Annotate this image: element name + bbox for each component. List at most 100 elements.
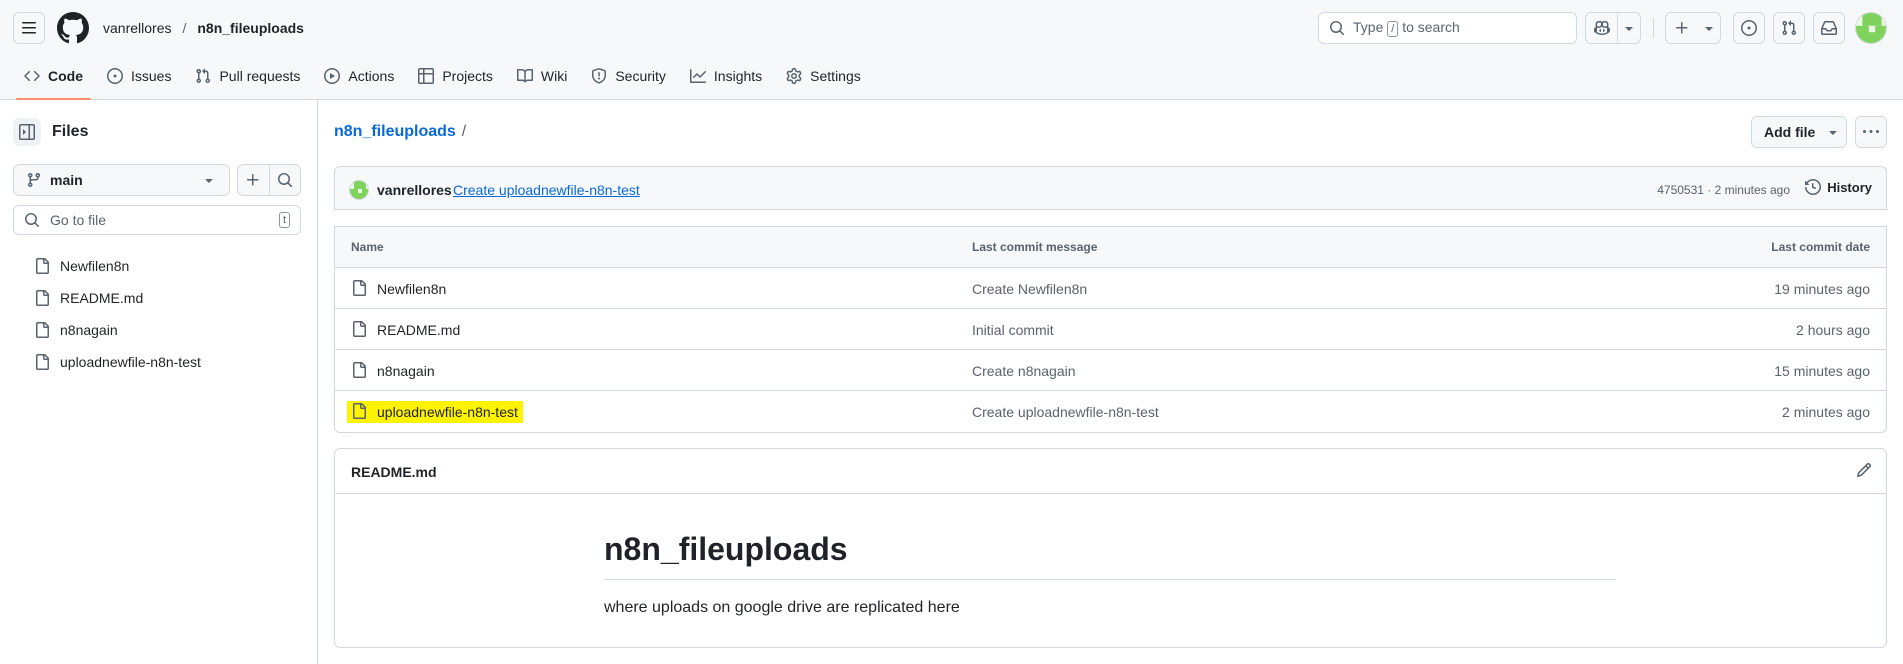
git-branch-icon: [27, 173, 40, 188]
branch-name: main: [50, 172, 83, 188]
issue-opened-icon: [1741, 20, 1757, 36]
search-files-button[interactable]: [268, 165, 300, 195]
tab-security[interactable]: Security: [583, 60, 674, 92]
file-name-link[interactable]: uploadnewfile-n8n-test: [377, 403, 518, 421]
tab-projects[interactable]: Projects: [410, 60, 501, 92]
commit-message-link[interactable]: Initial commit: [972, 321, 1054, 339]
copilot-main[interactable]: [1586, 13, 1618, 43]
commit-author-link[interactable]: vanrellores: [377, 181, 452, 199]
file-tree: Newfilen8n README.md n8nagain uploadnewf…: [34, 250, 201, 378]
pull-requests-button[interactable]: [1773, 12, 1805, 44]
edit-readme-button[interactable]: [1856, 462, 1872, 478]
search-input[interactable]: Type / to search: [1318, 12, 1577, 44]
commit-message-link[interactable]: Create Newfilen8n: [972, 280, 1087, 298]
table-row[interactable]: README.md Initial commit 2 hours ago: [335, 309, 1886, 350]
triangle-down-icon: [1625, 27, 1633, 31]
tree-item-label: n8nagain: [60, 322, 118, 338]
table-row[interactable]: Newfilen8n Create Newfilen8n 19 minutes …: [335, 268, 1886, 309]
copilot-button[interactable]: [1585, 12, 1641, 44]
header-name: Name: [351, 240, 384, 254]
file-icon: [353, 362, 366, 378]
table-row[interactable]: n8nagain Create n8nagain 15 minutes ago: [335, 350, 1886, 391]
file-table-header: Name Last commit message Last commit dat…: [335, 227, 1886, 268]
tab-pull-requests[interactable]: Pull requests: [187, 60, 308, 92]
create-new-dropdown[interactable]: [1698, 13, 1720, 43]
file-icon: [36, 258, 49, 274]
tab-actions[interactable]: Actions: [316, 60, 402, 92]
collapse-sidebar-button[interactable]: [13, 118, 41, 146]
tab-settings[interactable]: Settings: [778, 60, 869, 92]
table-icon: [418, 68, 435, 84]
header-top-bar: vanrellores / n8n_fileuploads Type / to …: [0, 0, 1903, 56]
tree-item[interactable]: uploadnewfile-n8n-test: [34, 346, 201, 378]
plus-icon: [1676, 22, 1688, 34]
commit-date: 2 hours ago: [1796, 322, 1870, 338]
branch-selector[interactable]: main: [13, 164, 230, 196]
commit-meta[interactable]: 4750531 · 2 minutes ago: [1657, 182, 1790, 198]
play-icon: [324, 68, 341, 84]
commit-message-link[interactable]: Create n8nagain: [972, 362, 1076, 380]
tab-issues[interactable]: Issues: [99, 60, 179, 92]
tab-label: Pull requests: [219, 68, 301, 84]
tab-insights[interactable]: Insights: [682, 60, 770, 92]
file-icon: [36, 322, 49, 338]
kebab-horizontal-icon: [1863, 130, 1879, 133]
commit-message-link[interactable]: Create uploadnewfile-n8n-test: [972, 403, 1159, 421]
tab-code[interactable]: Code: [16, 60, 91, 100]
identicon-icon: [1856, 13, 1886, 43]
github-logo-icon[interactable]: [57, 12, 89, 44]
commit-date: 19 minutes ago: [1774, 281, 1870, 297]
file-name-link[interactable]: Newfilen8n: [377, 280, 446, 298]
create-new-button[interactable]: [1665, 12, 1721, 44]
global-header: vanrellores / n8n_fileuploads Type / to …: [0, 0, 1903, 100]
breadcrumb-owner-link[interactable]: vanrellores: [103, 17, 171, 39]
menu-button[interactable]: [13, 12, 45, 44]
book-icon: [516, 68, 533, 83]
search-icon: [25, 213, 40, 228]
table-row-highlighted[interactable]: uploadnewfile-n8n-test Create uploadnewf…: [335, 391, 1886, 432]
create-new-main[interactable]: [1666, 13, 1698, 43]
tab-label: Insights: [713, 68, 763, 84]
tab-label: Code: [48, 68, 83, 84]
search-placeholder: Type / to search: [1353, 19, 1460, 37]
git-pull-request-icon: [1782, 20, 1797, 36]
commit-message-link[interactable]: Create uploadnewfile-n8n-test: [453, 181, 640, 199]
go-to-file-input[interactable]: Go to file t: [13, 205, 301, 235]
file-icon: [353, 321, 366, 337]
readme-panel: README.md n8n_fileuploads where uploads …: [334, 448, 1887, 648]
commit-date: 2 minutes ago: [1782, 404, 1870, 420]
repo-root-slash: /: [461, 123, 467, 140]
file-name-link[interactable]: n8nagain: [377, 362, 435, 380]
copilot-dropdown[interactable]: [1618, 13, 1640, 43]
triangle-down-icon: [205, 179, 213, 183]
tree-item[interactable]: n8nagain: [34, 314, 201, 346]
issues-button[interactable]: [1733, 12, 1765, 44]
readme-paragraph: where uploads on google drive are replic…: [604, 599, 960, 616]
commit-author-avatar[interactable]: [349, 180, 369, 200]
breadcrumb-separator: /: [182, 20, 187, 36]
tree-item-label: Newfilen8n: [60, 258, 130, 274]
history-icon: [1805, 179, 1822, 195]
graph-icon: [689, 69, 706, 83]
search-shortcut-key: /: [1387, 21, 1399, 37]
file-name-link[interactable]: README.md: [377, 321, 460, 339]
hamburger-icon: [22, 22, 36, 34]
readme-file-title[interactable]: README.md: [351, 463, 437, 481]
repo-root-link[interactable]: n8n_fileuploads: [334, 123, 456, 140]
readme-header: README.md: [335, 449, 1886, 494]
header-last-commit-message: Last commit message: [972, 240, 1098, 254]
inbox-button[interactable]: [1813, 12, 1845, 44]
tab-wiki[interactable]: Wiki: [509, 60, 575, 92]
breadcrumb-repo-link[interactable]: n8n_fileuploads: [197, 17, 304, 39]
file-icon: [353, 280, 366, 296]
tree-item[interactable]: README.md: [34, 282, 201, 314]
tab-label: Wiki: [540, 68, 568, 84]
history-button[interactable]: History: [1805, 179, 1872, 195]
add-file-button[interactable]: [238, 165, 269, 195]
tree-item[interactable]: Newfilen8n: [34, 250, 201, 282]
user-avatar[interactable]: [1855, 12, 1887, 44]
add-file-dropdown-button[interactable]: Add file: [1751, 116, 1847, 148]
more-options-button[interactable]: [1855, 116, 1887, 148]
search-icon: [1330, 21, 1345, 36]
sidebar-actions: [237, 164, 301, 196]
